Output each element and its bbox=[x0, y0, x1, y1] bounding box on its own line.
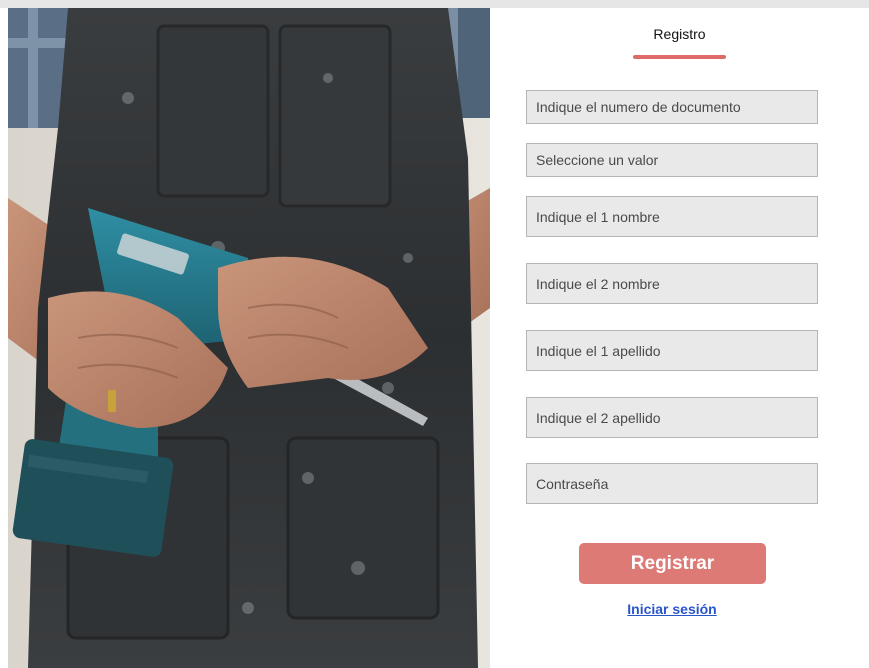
active-tab-underline bbox=[633, 55, 726, 59]
registration-panel: Registro Registrar Iniciar sesión bbox=[490, 8, 869, 668]
worker-with-drill-photo bbox=[8, 8, 490, 668]
first-name-input[interactable] bbox=[526, 196, 818, 237]
login-link[interactable]: Iniciar sesión bbox=[490, 601, 854, 617]
second-name-input[interactable] bbox=[526, 263, 818, 304]
password-input[interactable] bbox=[526, 463, 818, 504]
window-top-strip bbox=[0, 0, 869, 8]
second-surname-input[interactable] bbox=[526, 397, 818, 438]
document-type-select[interactable] bbox=[526, 143, 818, 177]
document-number-input[interactable] bbox=[526, 90, 818, 124]
first-surname-input[interactable] bbox=[526, 330, 818, 371]
register-button[interactable]: Registrar bbox=[579, 543, 766, 584]
registration-tab-title[interactable]: Registro bbox=[490, 26, 869, 42]
